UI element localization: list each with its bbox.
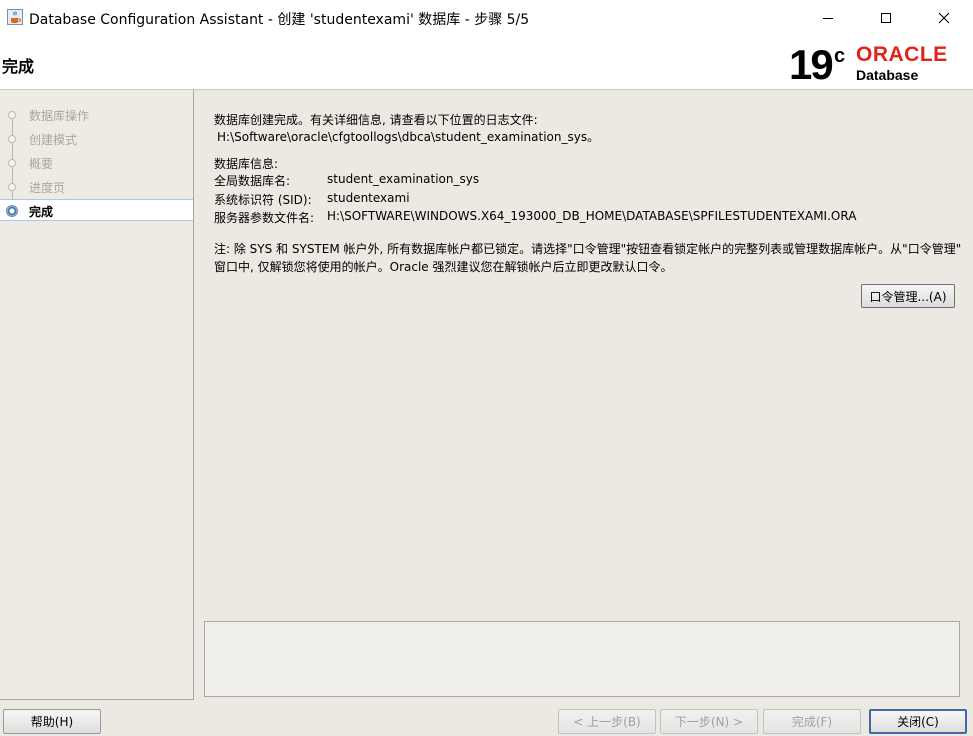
accounts-note-line-2: 窗口中, 仅解锁您将使用的帐户。Oracle 强烈建议您在解锁帐户后立即更改默认…: [214, 260, 673, 274]
close-window-button[interactable]: [915, 0, 973, 36]
close-button[interactable]: 关闭(C): [869, 709, 967, 734]
help-button[interactable]: 帮助(H): [3, 709, 101, 734]
window-title: Database Configuration Assistant - 创建 's…: [29, 12, 530, 28]
oracle-logo: 19 c ORACLE Database: [789, 39, 969, 88]
logo-version-suffix: c: [834, 45, 845, 67]
info-value-sid: studentexami: [327, 191, 410, 205]
logo-version: 19: [789, 41, 832, 87]
nav-item-label: 创建模式: [29, 133, 78, 147]
close-icon: [938, 12, 950, 24]
finish-button[interactable]: 完成(F): [763, 709, 861, 734]
current-step-icon: [6, 205, 18, 217]
nav-item-label: 概要: [29, 157, 54, 171]
nav-item-finish[interactable]: 完成: [0, 199, 193, 221]
page-title: 完成: [2, 57, 35, 76]
nav-item-label: 完成: [29, 205, 54, 219]
page-header: 完成 19 c ORACLE Database: [0, 36, 973, 90]
info-label-global-db-name: 全局数据库名:: [214, 174, 291, 188]
accounts-note-line-1: 注: 除 SYS 和 SYSTEM 帐户外, 所有数据库帐户都已锁定。请选择"口…: [214, 242, 962, 256]
info-label-spfile: 服务器参数文件名:: [214, 211, 315, 225]
nav-item-label: 数据库操作: [29, 109, 90, 123]
password-management-button[interactable]: 口令管理...(A): [861, 284, 955, 308]
minimize-icon: [822, 12, 834, 24]
step-dot-icon: [8, 183, 16, 191]
info-value-spfile: H:\SOFTWARE\WINDOWS.X64_193000_DB_HOME\D…: [327, 209, 857, 223]
details-text-area[interactable]: [204, 621, 960, 697]
maximize-icon: [880, 12, 892, 24]
step-dot-icon: [8, 111, 16, 119]
step-dot-icon: [8, 159, 16, 167]
logo-brand: ORACLE: [856, 43, 948, 66]
nav-item-database-operation[interactable]: 数据库操作: [0, 104, 193, 126]
db-info-heading: 数据库信息:: [214, 157, 279, 171]
main-content: 数据库创建完成。有关详细信息, 请查看以下位置的日志文件: H:\Softwar…: [196, 90, 973, 699]
title-bar[interactable]: Database Configuration Assistant - 创建 's…: [0, 0, 973, 36]
nav-item-progress[interactable]: 进度页: [0, 176, 193, 198]
info-label-sid: 系统标识符 (SID):: [214, 193, 312, 207]
nav-item-label: 进度页: [29, 181, 66, 195]
step-dot-icon: [8, 135, 16, 143]
completion-message: 数据库创建完成。有关详细信息, 请查看以下位置的日志文件:: [214, 113, 538, 127]
nav-item-creation-mode[interactable]: 创建模式: [0, 128, 193, 150]
nav-item-summary[interactable]: 概要: [0, 152, 193, 174]
java-cup-icon: [7, 9, 23, 25]
log-file-path: H:\Software\oracle\cfgtoollogs\dbca\stud…: [217, 130, 600, 144]
next-button[interactable]: 下一步(N) >: [660, 709, 758, 734]
step-navigation: 数据库操作 创建模式 概要 进度页 完成: [0, 90, 194, 700]
maximize-button[interactable]: [857, 0, 915, 36]
info-value-global-db-name: student_examination_sys: [327, 172, 480, 186]
logo-product: Database: [856, 67, 918, 83]
back-button[interactable]: < 上一步(B): [558, 709, 656, 734]
minimize-button[interactable]: [799, 0, 857, 36]
